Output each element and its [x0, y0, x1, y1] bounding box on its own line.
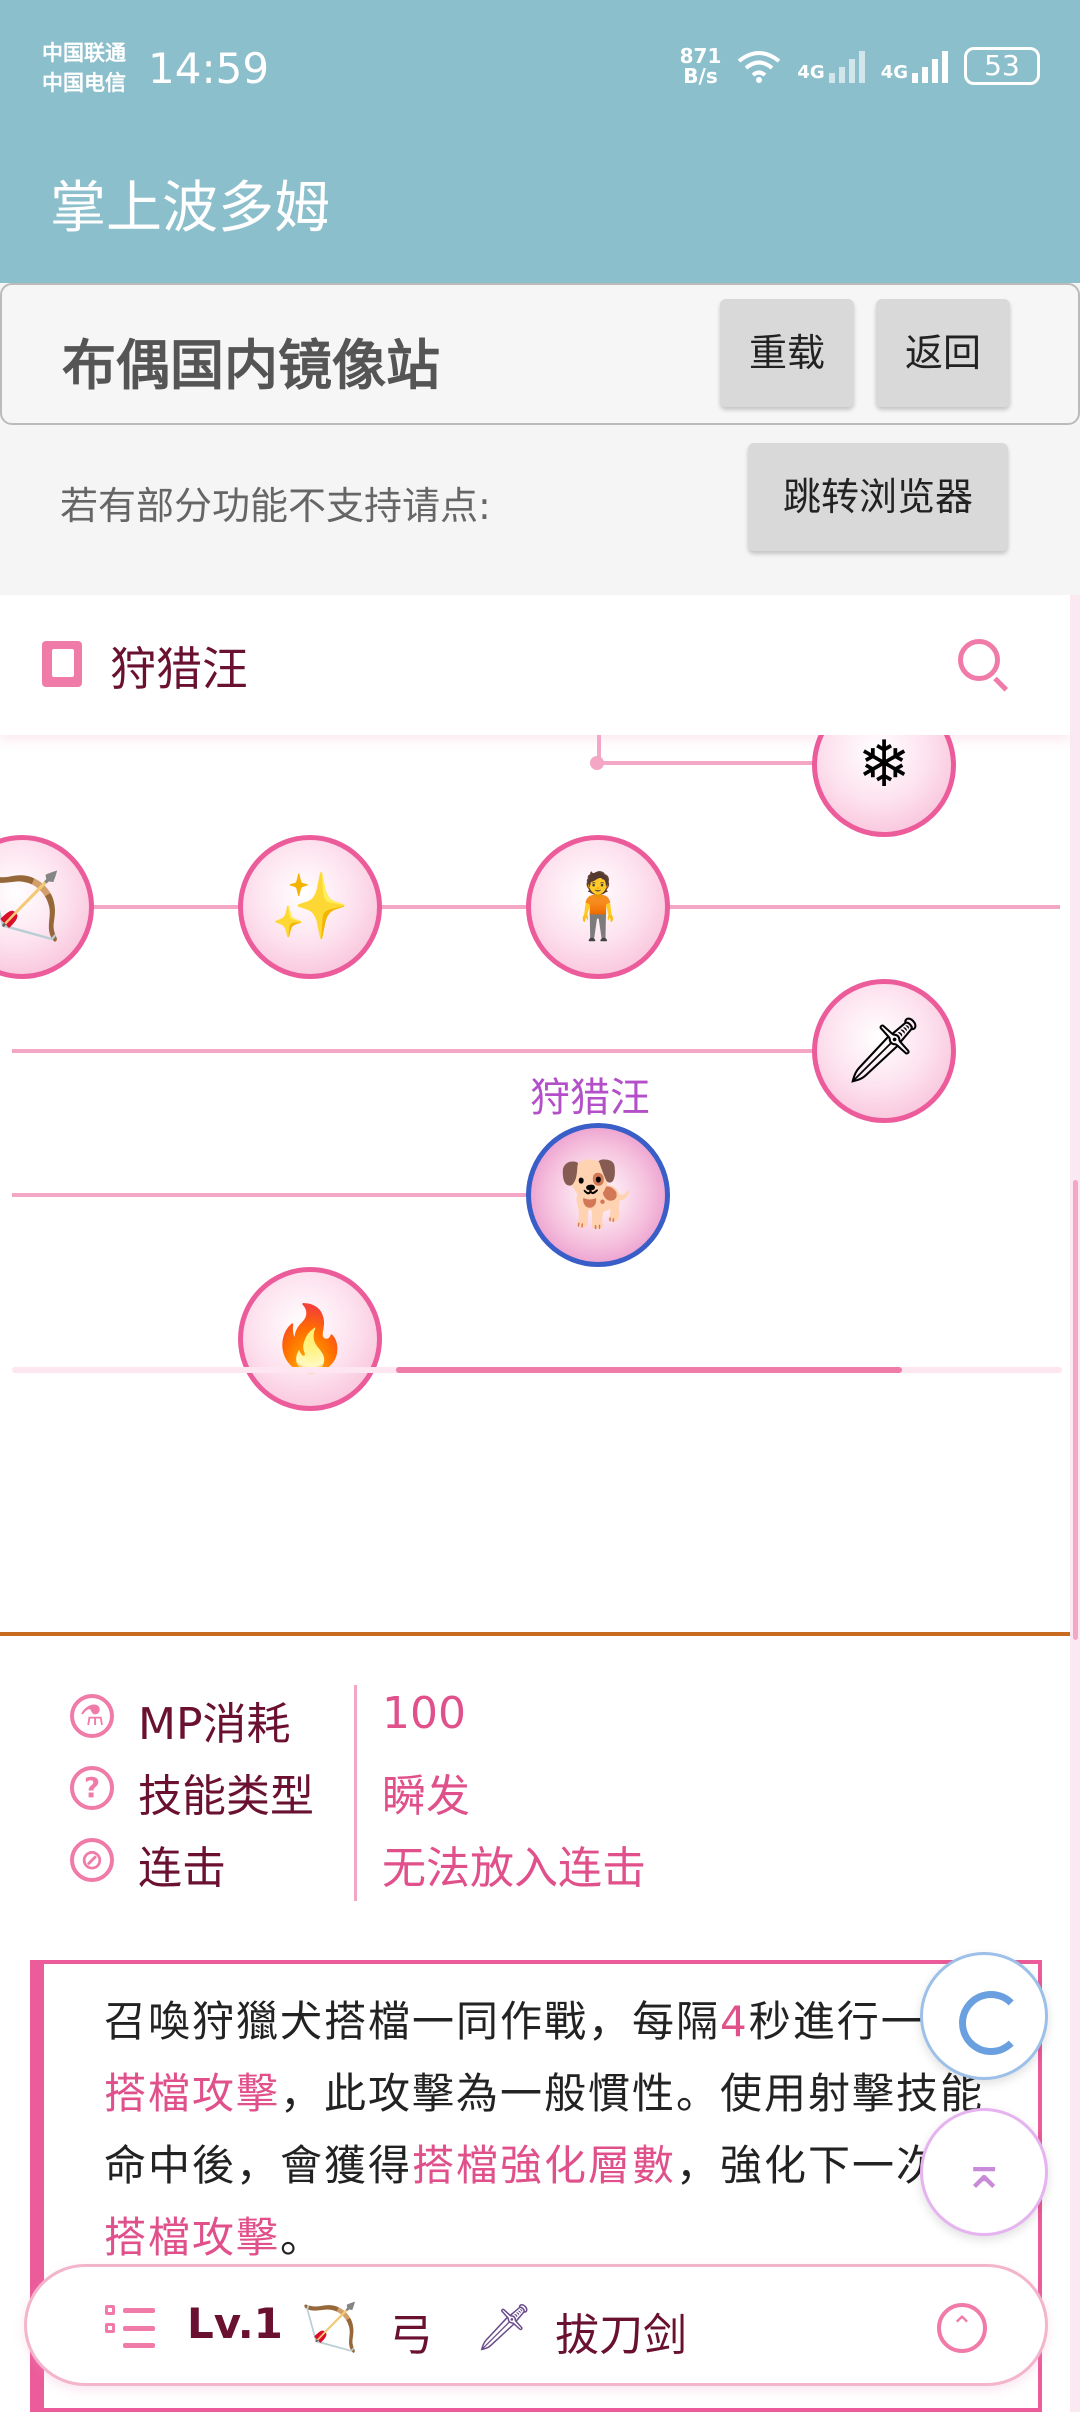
desc-keyword: 搭檔攻擊	[104, 2213, 281, 2262]
bow-sword-icon: 🗡	[843, 1014, 925, 1088]
skill-header: 狩猎汪	[0, 595, 1070, 735]
level-label[interactable]: Lv.1	[187, 2299, 283, 2348]
reload-button[interactable]: 重载	[720, 299, 854, 407]
open-browser-button[interactable]: 跳转浏览器	[748, 443, 1008, 551]
skill-info: ⚗ MP消耗 100 ? 技能类型 瞬发 ⊘ 连击 无法放入连击	[0, 1636, 1070, 1916]
info-value: 100	[382, 1688, 466, 1739]
skill-page-title: 狩猎汪	[110, 642, 248, 696]
signal-bars-2-icon	[912, 49, 948, 83]
info-row-mp: ⚗ MP消耗 100	[0, 1682, 1070, 1752]
connector-line	[12, 1049, 822, 1053]
skill-node-bow-arrow[interactable]: 🏹	[0, 835, 94, 979]
info-label: 连击	[138, 1843, 226, 1894]
mirror-title: 布偶国内镜像站	[62, 334, 440, 397]
info-value: 无法放入连击	[382, 1843, 646, 1894]
connector-junction	[590, 756, 604, 770]
chevron-up-icon[interactable]: ⌃	[937, 2303, 987, 2353]
scroll-top-icon[interactable]: ⌅	[920, 2108, 1048, 2236]
bottom-weapon-bar[interactable]: Lv.1 🏹 弓 🗡 拔刀剑 ⌃	[24, 2264, 1048, 2386]
horizontal-scrollbar[interactable]	[396, 1367, 902, 1373]
signal-1: 4G	[797, 49, 865, 83]
signal-1-type: 4G	[797, 62, 825, 83]
browser-hint: 若有部分功能不支持请点:	[60, 484, 491, 528]
potion-icon: ⚗	[70, 1694, 114, 1738]
status-icons: 871 B/s 4G 4G 53	[680, 46, 1040, 86]
skill-node-partner-figures[interactable]: 🧍	[526, 835, 670, 979]
bow-icon: 🏹	[301, 2300, 359, 2354]
wifi-icon	[738, 51, 781, 83]
info-separator	[354, 1685, 357, 1901]
book-icon[interactable]	[42, 641, 82, 687]
signal-bars-1-icon	[828, 49, 865, 83]
app-bar: 掌上波多姆	[0, 135, 1080, 283]
back-button[interactable]: 返回	[876, 299, 1010, 407]
desc-text: 。	[280, 2213, 325, 2262]
connector-line	[597, 761, 822, 765]
desc-keyword: 搭檔攻擊	[104, 2069, 281, 2118]
swirl-icon[interactable]	[920, 1952, 1048, 2080]
mirror-card: 布偶国内镜像站 重载 返回	[0, 283, 1080, 425]
ice-arrows-icon: ❄	[857, 735, 911, 802]
weapon-bow-label[interactable]: 弓	[389, 2299, 433, 2363]
signal-2-type: 4G	[880, 62, 908, 83]
network-rate-unit: B/s	[683, 64, 718, 88]
partner-figures-icon: 🧍	[558, 870, 638, 944]
status-bar: 中国联通 中国电信 14:59 871 B/s 4G 4G 53	[0, 0, 1080, 135]
network-rate: 871 B/s	[680, 46, 722, 86]
question-icon: ?	[70, 1766, 114, 1810]
skill-node-bow-sword[interactable]: 🗡	[812, 979, 956, 1123]
hunting-dog-icon: 🐕	[558, 1158, 638, 1232]
carrier-2: 中国电信	[42, 71, 126, 95]
info-row-type: ? 技能类型 瞬发	[0, 1754, 1070, 1824]
desc-number: 4	[720, 1997, 749, 2046]
carrier-names: 中国联通 中国电信	[42, 38, 126, 98]
selected-skill-label: 狩猎汪	[530, 1075, 650, 1121]
bow-arrow-icon: 🏹	[0, 875, 62, 939]
weapon-katana-label[interactable]: 拔刀剑	[555, 2299, 687, 2363]
signal-2: 4G	[881, 49, 948, 83]
list-icon[interactable]	[105, 2305, 155, 2351]
desc-keyword: 搭檔強化層數	[412, 2141, 677, 2190]
clock: 14:59	[148, 44, 270, 93]
search-icon[interactable]	[958, 639, 1000, 681]
app-title: 掌上波多姆	[50, 176, 330, 241]
vertical-scrollbar[interactable]	[1073, 1180, 1078, 1640]
skill-node-hunting-dog[interactable]: 🐕	[526, 1123, 670, 1267]
network-rate-value: 871	[679, 44, 722, 68]
description-text: 召喚狩獵犬搭檔一同作戰，每隔4秒進行一次搭檔攻擊，此攻擊為一般慣性。使用射擊技能…	[104, 1986, 1004, 2274]
connector-line	[12, 1193, 532, 1197]
info-row-combo: ⊘ 连击 无法放入连击	[0, 1826, 1070, 1896]
battery-icon: 53	[964, 47, 1040, 85]
prohibited-icon: ⊘	[70, 1838, 114, 1882]
skill-node-ice-arrows[interactable]: ❄	[812, 735, 956, 837]
skill-tree[interactable]: ❄ 🏹 ✨ 🧍 🗡 狩猎汪 🐕 🔥	[0, 735, 1070, 1725]
info-value: 瞬发	[382, 1771, 470, 1822]
info-label: 技能类型	[138, 1771, 314, 1822]
skill-node-sparkle-arrow[interactable]: ✨	[238, 835, 382, 979]
fire-arrow-icon: 🔥	[270, 1302, 350, 1376]
info-label: MP消耗	[138, 1699, 291, 1750]
desc-text: 召喚狩獵犬搭檔一同作戰，每隔	[104, 1997, 721, 2046]
skill-node-fire-arrow[interactable]: 🔥	[238, 1267, 382, 1411]
katana-icon: 🗡	[475, 2300, 534, 2354]
carrier-1: 中国联通	[42, 41, 126, 65]
sparkle-arrow-icon: ✨	[270, 870, 350, 944]
